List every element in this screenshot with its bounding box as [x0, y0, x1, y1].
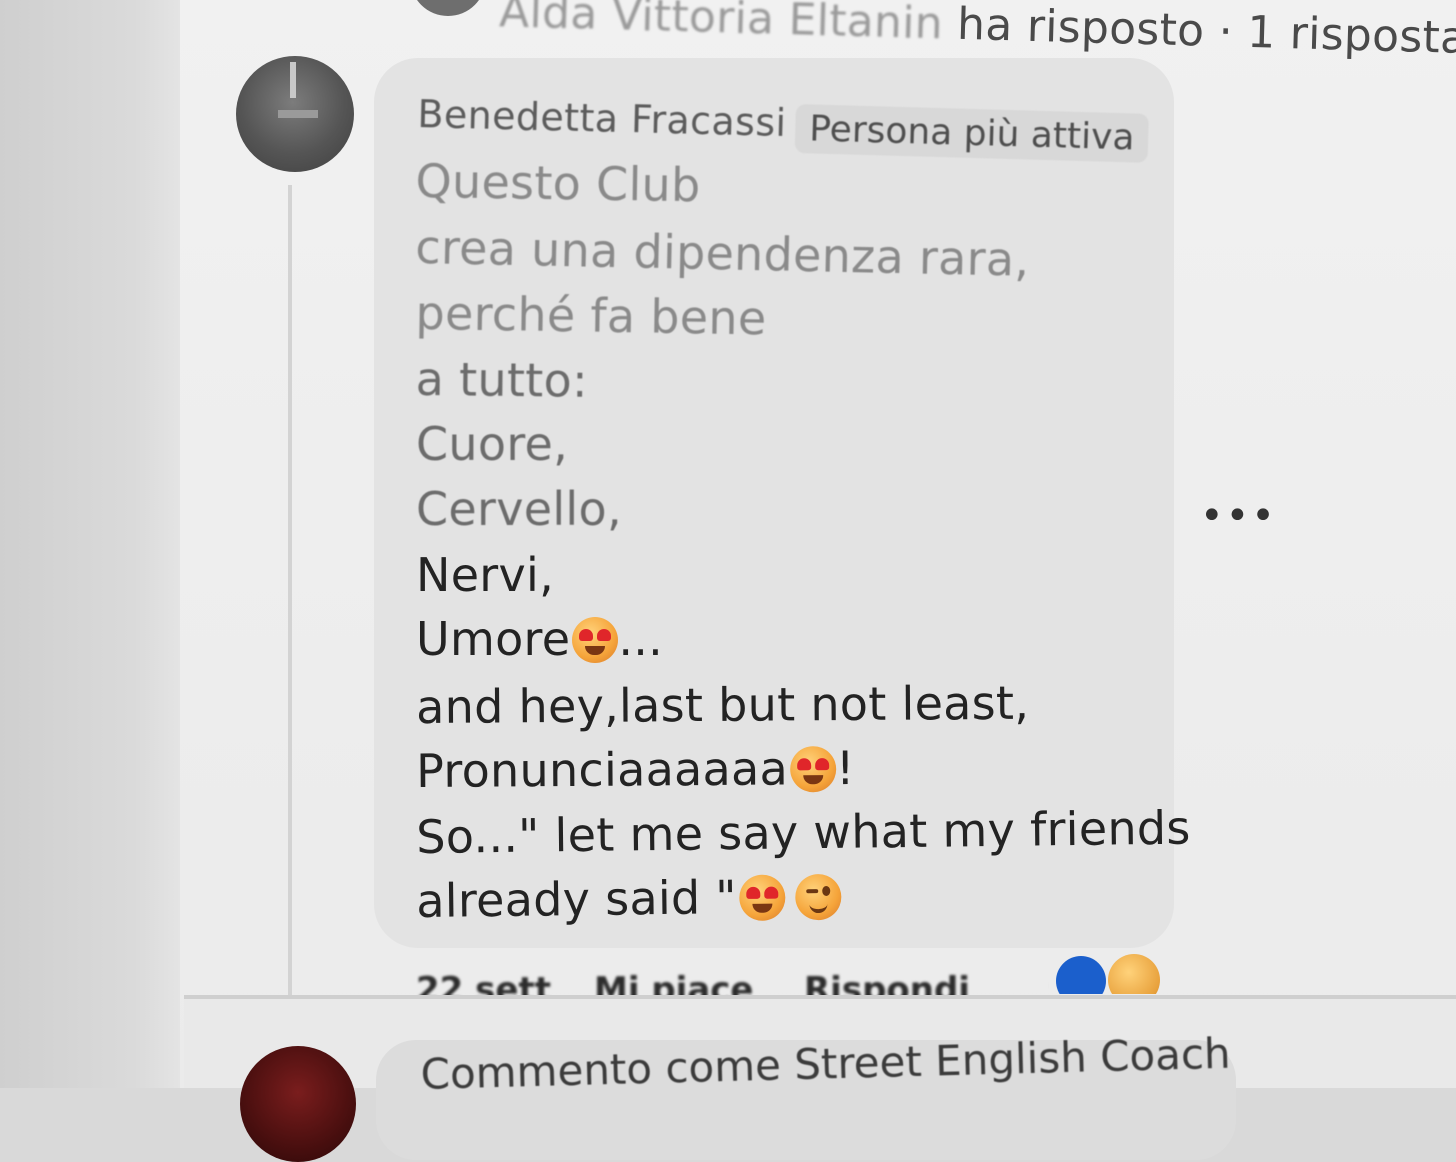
page-avatar [240, 1046, 356, 1162]
reply-summary-text: ha risposto · 1 risposta [956, 0, 1456, 64]
comment-line-suffix: ... [618, 612, 663, 666]
comment-line: Cervello, [416, 482, 622, 536]
thread-line [288, 185, 292, 1000]
like-icon [1056, 956, 1106, 994]
comment-line: Nervi, [416, 548, 554, 602]
comment-line: and hey,last but not least, [416, 676, 1029, 734]
heart-eyes-emoji-icon [572, 617, 618, 663]
heart-eyes-emoji-icon [739, 874, 786, 921]
comment-line: a tutto: [415, 352, 588, 408]
top-reply-row[interactable]: Alda Vittoria Eltanin ha risposto · 1 ri… [230, 0, 1456, 62]
outside-bezel [0, 0, 190, 1088]
comment-line-suffix: ! [836, 741, 855, 795]
comment-line-pronuncia: Pronunciaaaaaa! [416, 741, 855, 798]
comment-line-final: already said " [416, 869, 841, 928]
heart-eyes-emoji-icon [790, 746, 836, 792]
comment-line-text: already said " [416, 870, 737, 928]
comment-line-umore: Umore... [416, 612, 663, 666]
more-options-icon[interactable]: ••• [1200, 506, 1277, 526]
winking-face-emoji-icon [795, 874, 842, 921]
comment-line: So..." let me say what my friends [416, 801, 1191, 864]
comment-line-text: Pronunciaaaaaa [416, 741, 788, 798]
comment-author[interactable]: Benedetta Fracassi [417, 92, 787, 145]
avatar[interactable] [236, 56, 354, 172]
status-badge: Persona più attiva [795, 104, 1149, 163]
reply-author-name: Alda Vittoria Eltanin [499, 0, 944, 49]
care-icon [1108, 954, 1160, 994]
reply-summary[interactable]: Alda Vittoria Eltanin ha risposto · 1 ri… [499, 0, 1456, 64]
reaction-summary[interactable]: 3 [1048, 954, 1168, 994]
comment-line: Cuore, [416, 417, 568, 471]
reply-avatar [410, 0, 486, 16]
comment-line-text: Umore [416, 612, 570, 666]
comment-line: Questo Club [415, 154, 701, 212]
comment-line: perché fa bene [415, 286, 767, 346]
